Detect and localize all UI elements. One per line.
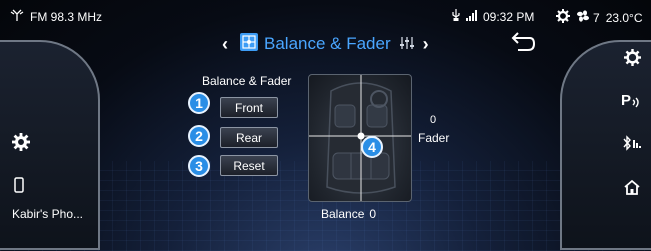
page-header: ‹ Balance & Fader › [222, 32, 429, 56]
radio-source: FM 98.3 MHz [30, 9, 103, 24]
front-button[interactable]: Front [220, 97, 278, 118]
callout-badge-4: 4 [361, 136, 383, 158]
bluetooth-button[interactable] [617, 133, 647, 157]
callout-badge-1: 1 [188, 92, 210, 114]
status-bar: FM 98.3 MHz 09:32 PM 7 23.0°C [0, 0, 651, 30]
phone-button[interactable] [4, 175, 34, 199]
status-left: FM 98.3 MHz [10, 9, 102, 24]
next-page-chevron-icon[interactable]: › [423, 34, 429, 55]
clock: 09:32 PM [483, 9, 535, 24]
fan-icon[interactable] [576, 10, 590, 25]
back-arrow-icon [510, 32, 536, 58]
temperature: 23.0°C [605, 10, 643, 25]
gear-icon [12, 132, 30, 156]
rear-button[interactable]: Rear [220, 127, 278, 148]
bluetooth-icon [622, 134, 642, 156]
screen: FM 98.3 MHz 09:32 PM 7 23.0°C Kabir's Ph… [0, 0, 651, 251]
home-button[interactable] [617, 178, 647, 202]
usb-icon [451, 9, 461, 24]
antenna-icon [10, 9, 24, 24]
balance-value: 0 [369, 207, 377, 221]
fader-label: Fader [418, 131, 450, 145]
phone-name[interactable]: Kabir's Pho... [12, 207, 83, 221]
parking-sensor-icon: P [621, 91, 643, 114]
balance-fader-icon [240, 32, 258, 56]
prev-page-chevron-icon[interactable]: ‹ [222, 34, 228, 55]
settings-button[interactable] [6, 132, 36, 156]
car-balance-fader-pad[interactable] [308, 74, 412, 202]
fan-level: 7 [593, 10, 600, 25]
callout-badge-3: 3 [188, 155, 210, 177]
phone-icon [14, 176, 24, 198]
home-icon [623, 179, 641, 201]
callout-badge-2: 2 [188, 125, 210, 147]
reset-button[interactable]: Reset [220, 155, 278, 176]
parking-sensor-button[interactable]: P [617, 90, 647, 114]
svg-text:P: P [621, 92, 631, 109]
back-button[interactable] [510, 32, 536, 54]
gear-icon[interactable] [556, 9, 570, 26]
page-title: Balance & Fader [264, 34, 391, 53]
status-right: 7 23.0°C [556, 9, 643, 26]
equalizer-icon[interactable] [399, 36, 415, 53]
car-top-view-icon [309, 75, 411, 201]
settings-shortcut-button[interactable] [617, 48, 647, 72]
balance-fader-label: Balance & Fader [202, 74, 292, 88]
balance-label: Balance [321, 207, 365, 221]
balance-readout: Balance 0 [321, 207, 376, 221]
gear-icon [623, 49, 641, 71]
signal-bars-icon [466, 9, 478, 24]
status-mid: 09:32 PM [451, 9, 534, 24]
fader-value: 0 [430, 114, 437, 126]
